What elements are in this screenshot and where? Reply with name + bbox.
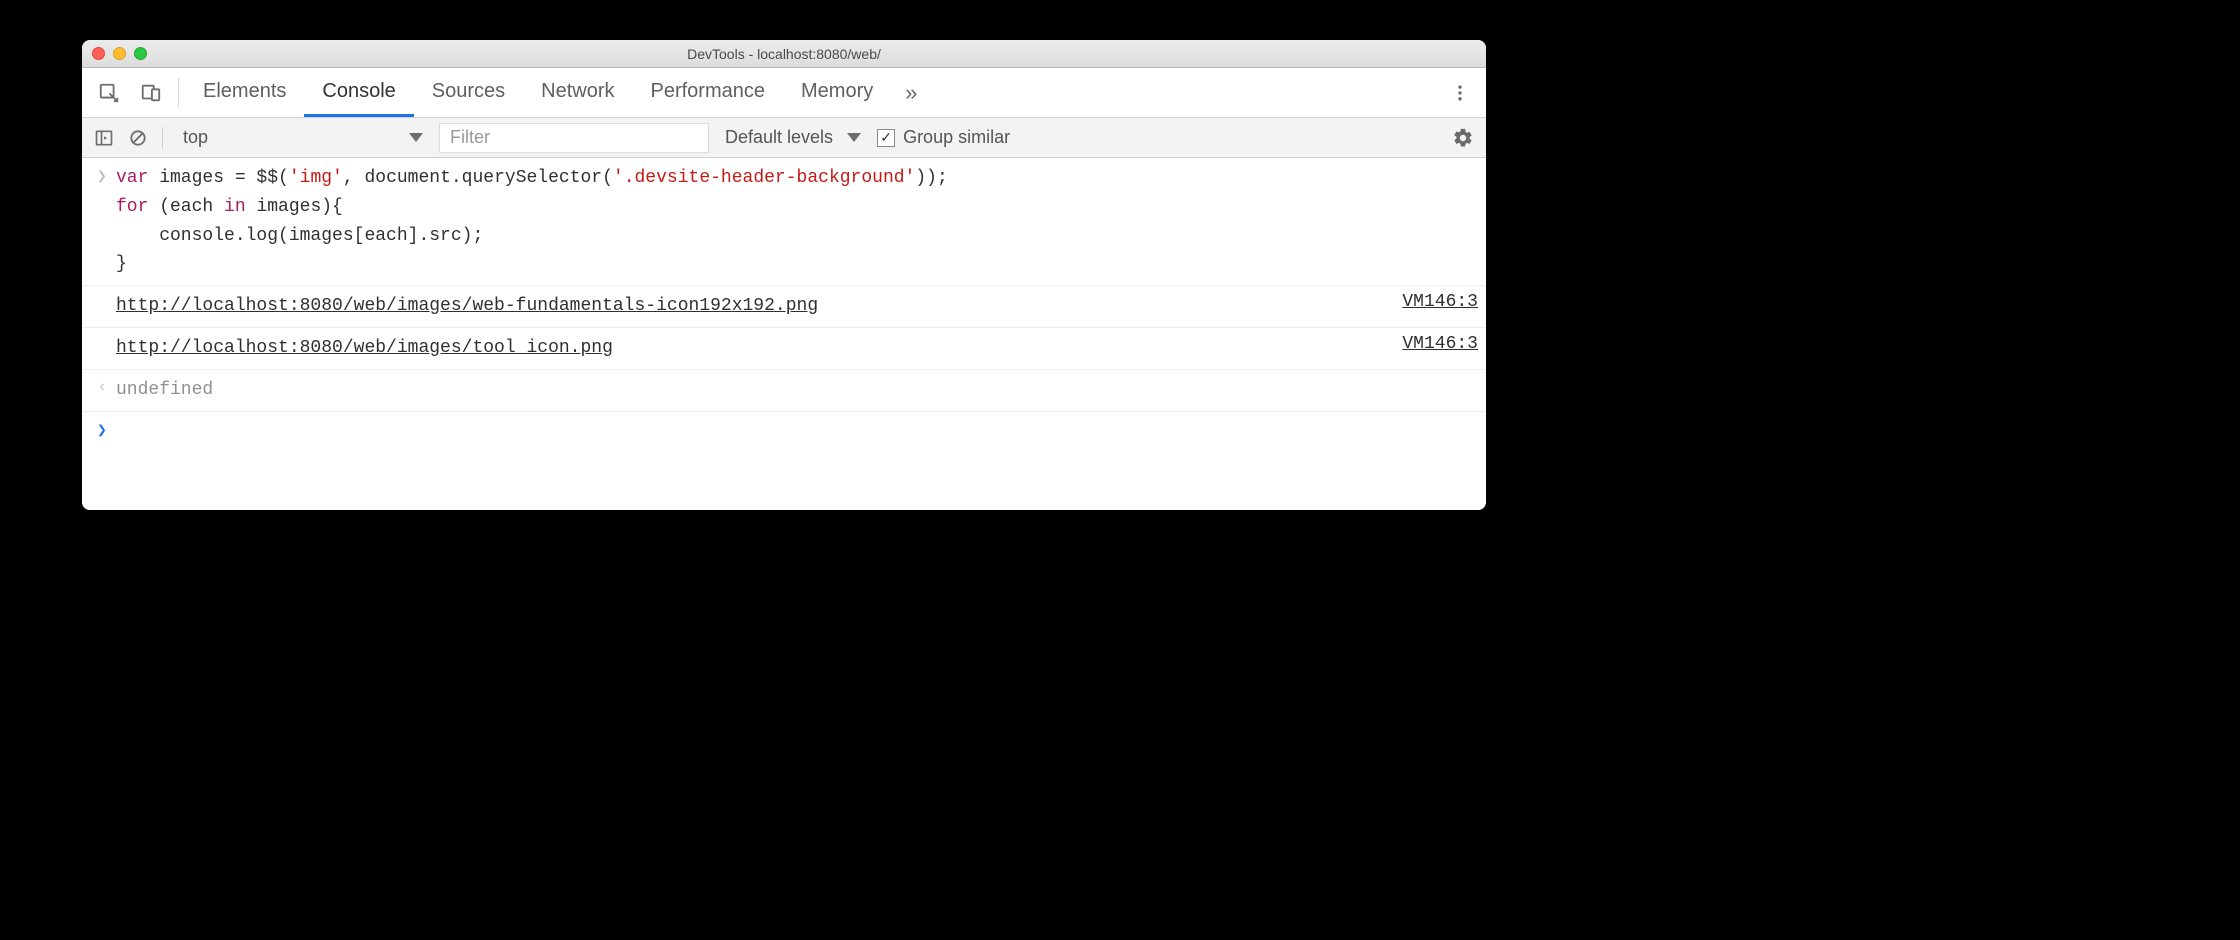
console-log-row: http://localhost:8080/web/images/web-fun… — [82, 286, 1486, 328]
checkbox-checked-icon: ✓ — [877, 129, 895, 147]
console-prompt-row[interactable]: ❯ — [82, 412, 1486, 446]
chevron-down-icon — [847, 133, 861, 142]
log-message[interactable]: http://localhost:8080/web/images/tool_ic… — [116, 334, 1390, 363]
main-tabbar: Elements Console Sources Network Perform… — [82, 68, 1486, 118]
tabs: Elements Console Sources Network Perform… — [185, 68, 891, 117]
console-body[interactable]: ❯ var images = $$('img', document.queryS… — [82, 158, 1486, 510]
inspect-element-icon[interactable] — [88, 68, 130, 117]
more-tabs-button[interactable]: » — [891, 68, 931, 117]
console-log-row: http://localhost:8080/web/images/tool_ic… — [82, 328, 1486, 370]
result-value: undefined — [116, 376, 1478, 405]
separator — [178, 78, 179, 107]
clear-console-icon[interactable] — [124, 124, 152, 152]
log-message[interactable]: http://localhost:8080/web/images/web-fun… — [116, 292, 1390, 321]
tab-elements[interactable]: Elements — [185, 68, 304, 117]
tab-sources[interactable]: Sources — [414, 68, 523, 117]
console-result-row: ‹ undefined — [82, 370, 1486, 412]
close-button[interactable] — [92, 47, 105, 60]
console-input-code: var images = $$('img', document.querySel… — [116, 164, 1478, 279]
window-controls — [92, 47, 147, 60]
device-toggle-icon[interactable] — [130, 68, 172, 117]
log-source-link[interactable]: VM146:3 — [1390, 292, 1478, 312]
log-source-link[interactable]: VM146:3 — [1390, 334, 1478, 354]
console-settings-icon[interactable] — [1448, 127, 1478, 149]
log-levels-label: Default levels — [725, 127, 833, 148]
prompt-icon: ❯ — [88, 418, 116, 440]
input-prompt-icon: ❯ — [88, 164, 116, 186]
titlebar: DevTools - localhost:8080/web/ — [82, 40, 1486, 68]
gutter — [88, 334, 116, 336]
devtools-window: DevTools - localhost:8080/web/ Elements … — [82, 40, 1486, 510]
group-similar-label: Group similar — [903, 127, 1010, 148]
chevron-down-icon — [409, 133, 423, 142]
window-title: DevTools - localhost:8080/web/ — [82, 46, 1486, 62]
tab-network[interactable]: Network — [523, 68, 632, 117]
tab-performance[interactable]: Performance — [633, 68, 784, 117]
minimize-button[interactable] — [113, 47, 126, 60]
execution-context-select[interactable]: top — [173, 123, 433, 153]
console-input-row: ❯ var images = $$('img', document.queryS… — [82, 158, 1486, 286]
result-indicator-icon: ‹ — [88, 376, 116, 396]
show-console-sidebar-icon[interactable] — [90, 124, 118, 152]
execution-context-value: top — [183, 127, 208, 148]
filter-placeholder: Filter — [450, 127, 490, 148]
console-toolbar: top Filter Default levels ✓ Group simila… — [82, 118, 1486, 158]
tab-console[interactable]: Console — [304, 68, 413, 117]
group-similar-toggle[interactable]: ✓ Group similar — [877, 127, 1010, 148]
separator — [162, 127, 163, 149]
gutter — [88, 292, 116, 294]
settings-menu-button[interactable] — [1440, 83, 1480, 103]
maximize-button[interactable] — [134, 47, 147, 60]
tab-memory[interactable]: Memory — [783, 68, 891, 117]
log-levels-select[interactable]: Default levels — [715, 127, 871, 148]
filter-input[interactable]: Filter — [439, 123, 709, 153]
